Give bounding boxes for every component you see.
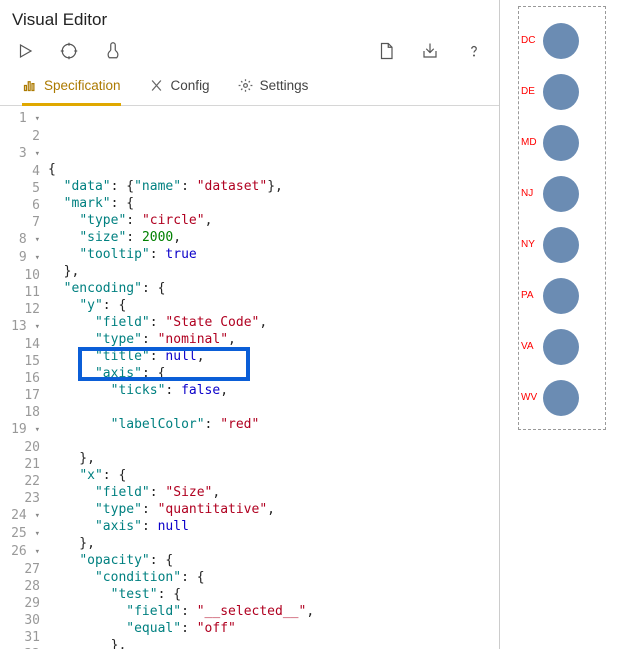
tab-spec-label: Specification [44, 78, 121, 93]
tab-settings[interactable]: Settings [238, 70, 309, 106]
chart-label: DC [521, 35, 543, 46]
chart-mark [543, 278, 579, 314]
tab-config-label: Config [171, 78, 210, 93]
chart-row: NJ [521, 168, 603, 219]
run-icon[interactable] [14, 40, 36, 62]
chart-label: NY [521, 239, 543, 250]
tab-config[interactable]: Config [149, 70, 210, 106]
chart-label: WV [521, 392, 543, 403]
chart-label: DE [521, 86, 543, 97]
chart-mark [543, 329, 579, 365]
tabs: Specification Config Settings [0, 70, 499, 106]
editor-pane: Visual Editor Specification Config [0, 0, 500, 649]
tab-specification[interactable]: Specification [22, 70, 121, 106]
help-icon[interactable] [463, 40, 485, 62]
chart-row: NY [521, 219, 603, 270]
tab-settings-label: Settings [260, 78, 309, 93]
chart-mark [543, 380, 579, 416]
gutter: 1 ▾2 3 ▾4 5 6 7 8 ▾9 ▾10 11 12 13 ▾14 15… [0, 110, 48, 649]
export-icon[interactable] [419, 40, 441, 62]
new-file-icon[interactable] [375, 40, 397, 62]
touch-icon[interactable] [102, 40, 124, 62]
code-editor[interactable]: 1 ▾2 3 ▾4 5 6 7 8 ▾9 ▾10 11 12 13 ▾14 15… [0, 106, 499, 649]
code-content[interactable]: { "data": {"name": "dataset"}, "mark": {… [48, 110, 499, 649]
chart-label: MD [521, 137, 543, 148]
toolbar [0, 36, 499, 70]
chart-mark [543, 23, 579, 59]
target-icon[interactable] [58, 40, 80, 62]
chart-row: MD [521, 117, 603, 168]
chart-row: PA [521, 270, 603, 321]
chart-mark [543, 74, 579, 110]
chart-label: NJ [521, 188, 543, 199]
chart-mark [543, 125, 579, 161]
chart-row: WV [521, 372, 603, 423]
chart: DC DE MD NJ NY PA VA WV [518, 6, 606, 430]
chart-label: PA [521, 290, 543, 301]
chart-mark [543, 176, 579, 212]
chart-row: DE [521, 66, 603, 117]
chart-row: VA [521, 321, 603, 372]
chart-row: DC [521, 15, 603, 66]
page-title: Visual Editor [0, 0, 499, 36]
chart-label: VA [521, 341, 543, 352]
preview-pane: DC DE MD NJ NY PA VA WV [500, 0, 631, 649]
chart-mark [543, 227, 579, 263]
